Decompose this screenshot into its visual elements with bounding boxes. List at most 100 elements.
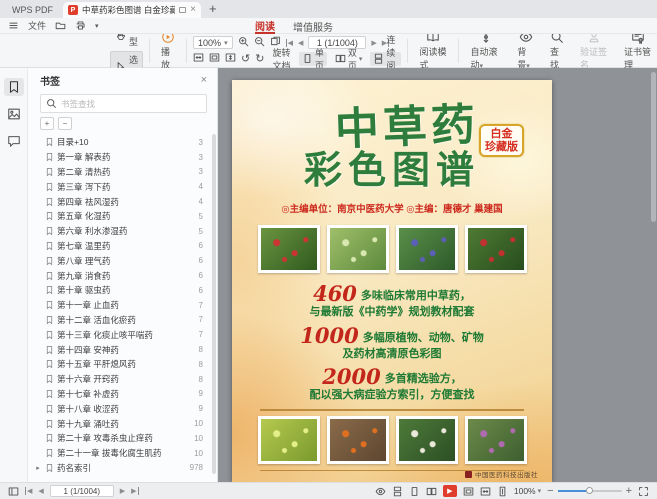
collapse-all-button[interactable]: − xyxy=(58,117,72,130)
bookmark-title: 第十三章 化痰止咳平喘药 xyxy=(57,329,196,341)
zoom-out-button[interactable] xyxy=(254,36,265,49)
bookmark-item[interactable]: ▸药名索引978 xyxy=(28,461,217,476)
bookmark-item[interactable]: 第十八章 收涩药9 xyxy=(28,401,217,416)
double-page-button[interactable]: 双页 ▾ xyxy=(332,52,366,66)
bookmark-item[interactable]: 第六章 利水渗湿药5 xyxy=(28,224,217,239)
fit-page-icon xyxy=(209,52,220,63)
fit-height-button[interactable] xyxy=(497,486,508,497)
open-file-button[interactable] xyxy=(55,20,66,31)
image-icon xyxy=(7,107,21,121)
background-button[interactable]: 背景▾ xyxy=(512,29,539,72)
bookmark-item[interactable]: 第九章 消食药6 xyxy=(28,268,217,283)
bookmark-item[interactable]: 第十九章 涌吐药10 xyxy=(28,416,217,431)
bookmark-item[interactable]: 第十六章 开窍药8 xyxy=(28,372,217,387)
toggle-sidebar-button[interactable] xyxy=(8,486,19,497)
fit-width-button[interactable] xyxy=(193,52,204,65)
next-page-button[interactable]: ▶ xyxy=(120,487,125,495)
zoom-out-button[interactable]: − xyxy=(547,485,553,497)
document-scrollbar[interactable] xyxy=(651,72,656,222)
expand-arrow-icon[interactable]: ▸ xyxy=(34,464,42,472)
quick-access-dropdown[interactable]: ▾ xyxy=(95,22,99,30)
hamburger-menu-button[interactable] xyxy=(8,20,19,31)
zoom-in-button[interactable]: + xyxy=(626,485,632,497)
bookmark-item[interactable]: 第二章 清热药3 xyxy=(28,165,217,180)
read-mode-button[interactable]: 阅读模式 xyxy=(414,29,452,72)
zoom-slider-thumb[interactable] xyxy=(586,487,593,494)
feature-text-line2: 配以强大病症验方索引，方便查找 xyxy=(310,389,475,403)
bookmark-item[interactable]: 第十三章 化痰止咳平喘药7 xyxy=(28,327,217,342)
tab-value-added-services[interactable]: 增值服务 xyxy=(293,18,333,34)
bookmark-title: 第十一章 止血药 xyxy=(57,299,196,311)
fit-width-button[interactable] xyxy=(480,486,491,497)
fullscreen-button[interactable] xyxy=(638,486,649,497)
bookmark-item[interactable]: 第三章 泻下药4 xyxy=(28,179,217,194)
zoom-level-select[interactable]: 100% ▾ xyxy=(514,486,541,496)
continuous-read-button[interactable]: 连续阅读 xyxy=(370,52,401,66)
bookmark-item[interactable]: 第十四章 安神药8 xyxy=(28,342,217,357)
divider xyxy=(458,39,459,63)
bookmark-item[interactable]: 第十章 驱虫药6 xyxy=(28,283,217,298)
first-page-button[interactable]: ◀ xyxy=(25,487,32,495)
rotate-document-button[interactable]: 旋转文档 xyxy=(269,52,293,66)
gold-rule-top xyxy=(260,409,524,411)
expand-all-button[interactable]: + xyxy=(40,117,54,130)
bookmark-item[interactable]: 第五章 化湿药5 xyxy=(28,209,217,224)
tab-window-icon[interactable] xyxy=(179,7,186,13)
page-number-field[interactable]: 1 (1/1004) xyxy=(50,485,114,497)
bookmark-search-input[interactable] xyxy=(61,99,201,109)
find-button[interactable]: 查找 xyxy=(545,29,569,72)
bookmarks-panel-button[interactable] xyxy=(4,78,24,96)
single-page-button[interactable]: 单页 xyxy=(299,52,327,66)
certificate-manage-button[interactable]: 证书管理 xyxy=(619,29,657,72)
publisher: 中国医药科技出版社 xyxy=(465,469,538,479)
bookmark-item[interactable]: 第八章 理气药6 xyxy=(28,253,217,268)
tab-close-icon[interactable]: × xyxy=(190,5,196,15)
single-page-button[interactable] xyxy=(409,486,420,497)
panel-close-icon[interactable]: × xyxy=(201,74,207,86)
document-area[interactable]: 中草药 白金 珍藏版 彩色图谱 ◎主编单位：南京中医药大学 ◎主编：唐德才 巢建… xyxy=(218,68,657,482)
rotate-right-button[interactable]: ↻ xyxy=(255,52,264,65)
next-page-button[interactable]: ▶ xyxy=(371,39,376,47)
bookmark-item[interactable]: 第十二章 活血化瘀药7 xyxy=(28,313,217,328)
bookmark-item[interactable]: 第十五章 平肝熄风药8 xyxy=(28,357,217,372)
bookmark-item[interactable]: 第一章 解表药3 xyxy=(28,150,217,165)
print-button[interactable] xyxy=(75,20,86,31)
bookmark-item[interactable]: 第二十章 攻毒杀虫止痒药10 xyxy=(28,431,217,446)
zoom-slider-track[interactable] xyxy=(558,490,622,492)
zoom-slider[interactable]: − + xyxy=(547,485,632,497)
bookmark-icon xyxy=(45,330,54,340)
bookmark-item[interactable]: 第七章 温里药6 xyxy=(28,239,217,254)
previous-page-button[interactable]: ◀ xyxy=(298,39,303,47)
fit-height-button[interactable] xyxy=(225,52,236,65)
file-menu[interactable]: 文件 xyxy=(28,19,46,32)
double-page-button[interactable] xyxy=(426,486,437,497)
new-tab-button[interactable]: + xyxy=(201,1,227,18)
zoom-level-select[interactable]: 100% ▾ xyxy=(193,36,233,49)
auto-scroll-button[interactable]: 自动滚动▾ xyxy=(465,29,506,72)
previous-page-button[interactable]: ◀ xyxy=(38,487,43,495)
double-page-icon xyxy=(335,53,346,64)
thumbnails-panel-button[interactable] xyxy=(4,105,24,123)
document-tab[interactable]: P 中草药彩色图谱 白金珍藏版… × xyxy=(63,2,201,18)
comments-panel-button[interactable] xyxy=(4,132,24,150)
play-slideshow-button[interactable]: ▶ xyxy=(443,485,457,497)
play-slideshow-button[interactable]: 播放 xyxy=(156,29,180,72)
panel-scrollbar[interactable] xyxy=(212,134,216,474)
bookmark-item[interactable]: 第四章 祛风湿药4 xyxy=(28,194,217,209)
bookmark-item[interactable]: 第十七章 补虚药9 xyxy=(28,387,217,402)
bookmark-item[interactable]: 目录+103 xyxy=(28,135,217,150)
bookmark-item[interactable]: 第二十一章 拔毒化腐生肌药10 xyxy=(28,446,217,461)
fit-page-button[interactable] xyxy=(209,52,220,65)
zoom-in-button[interactable] xyxy=(238,36,249,49)
fit-page-button[interactable] xyxy=(463,486,474,497)
photo-purple-flowers xyxy=(465,416,527,464)
eye-protect-button[interactable] xyxy=(375,486,386,497)
bookmark-page: 978 xyxy=(190,463,203,472)
continuous-read-button[interactable] xyxy=(392,486,403,497)
bookmark-item[interactable]: 第十一章 止血药7 xyxy=(28,298,217,313)
bookmark-search-box[interactable] xyxy=(40,94,207,113)
rotate-left-button[interactable]: ↺ xyxy=(241,52,250,65)
tab-read[interactable]: 阅读 xyxy=(255,18,275,34)
app-home-button[interactable]: WPS PDF xyxy=(6,5,63,18)
last-page-button[interactable]: ▶ xyxy=(131,487,138,495)
